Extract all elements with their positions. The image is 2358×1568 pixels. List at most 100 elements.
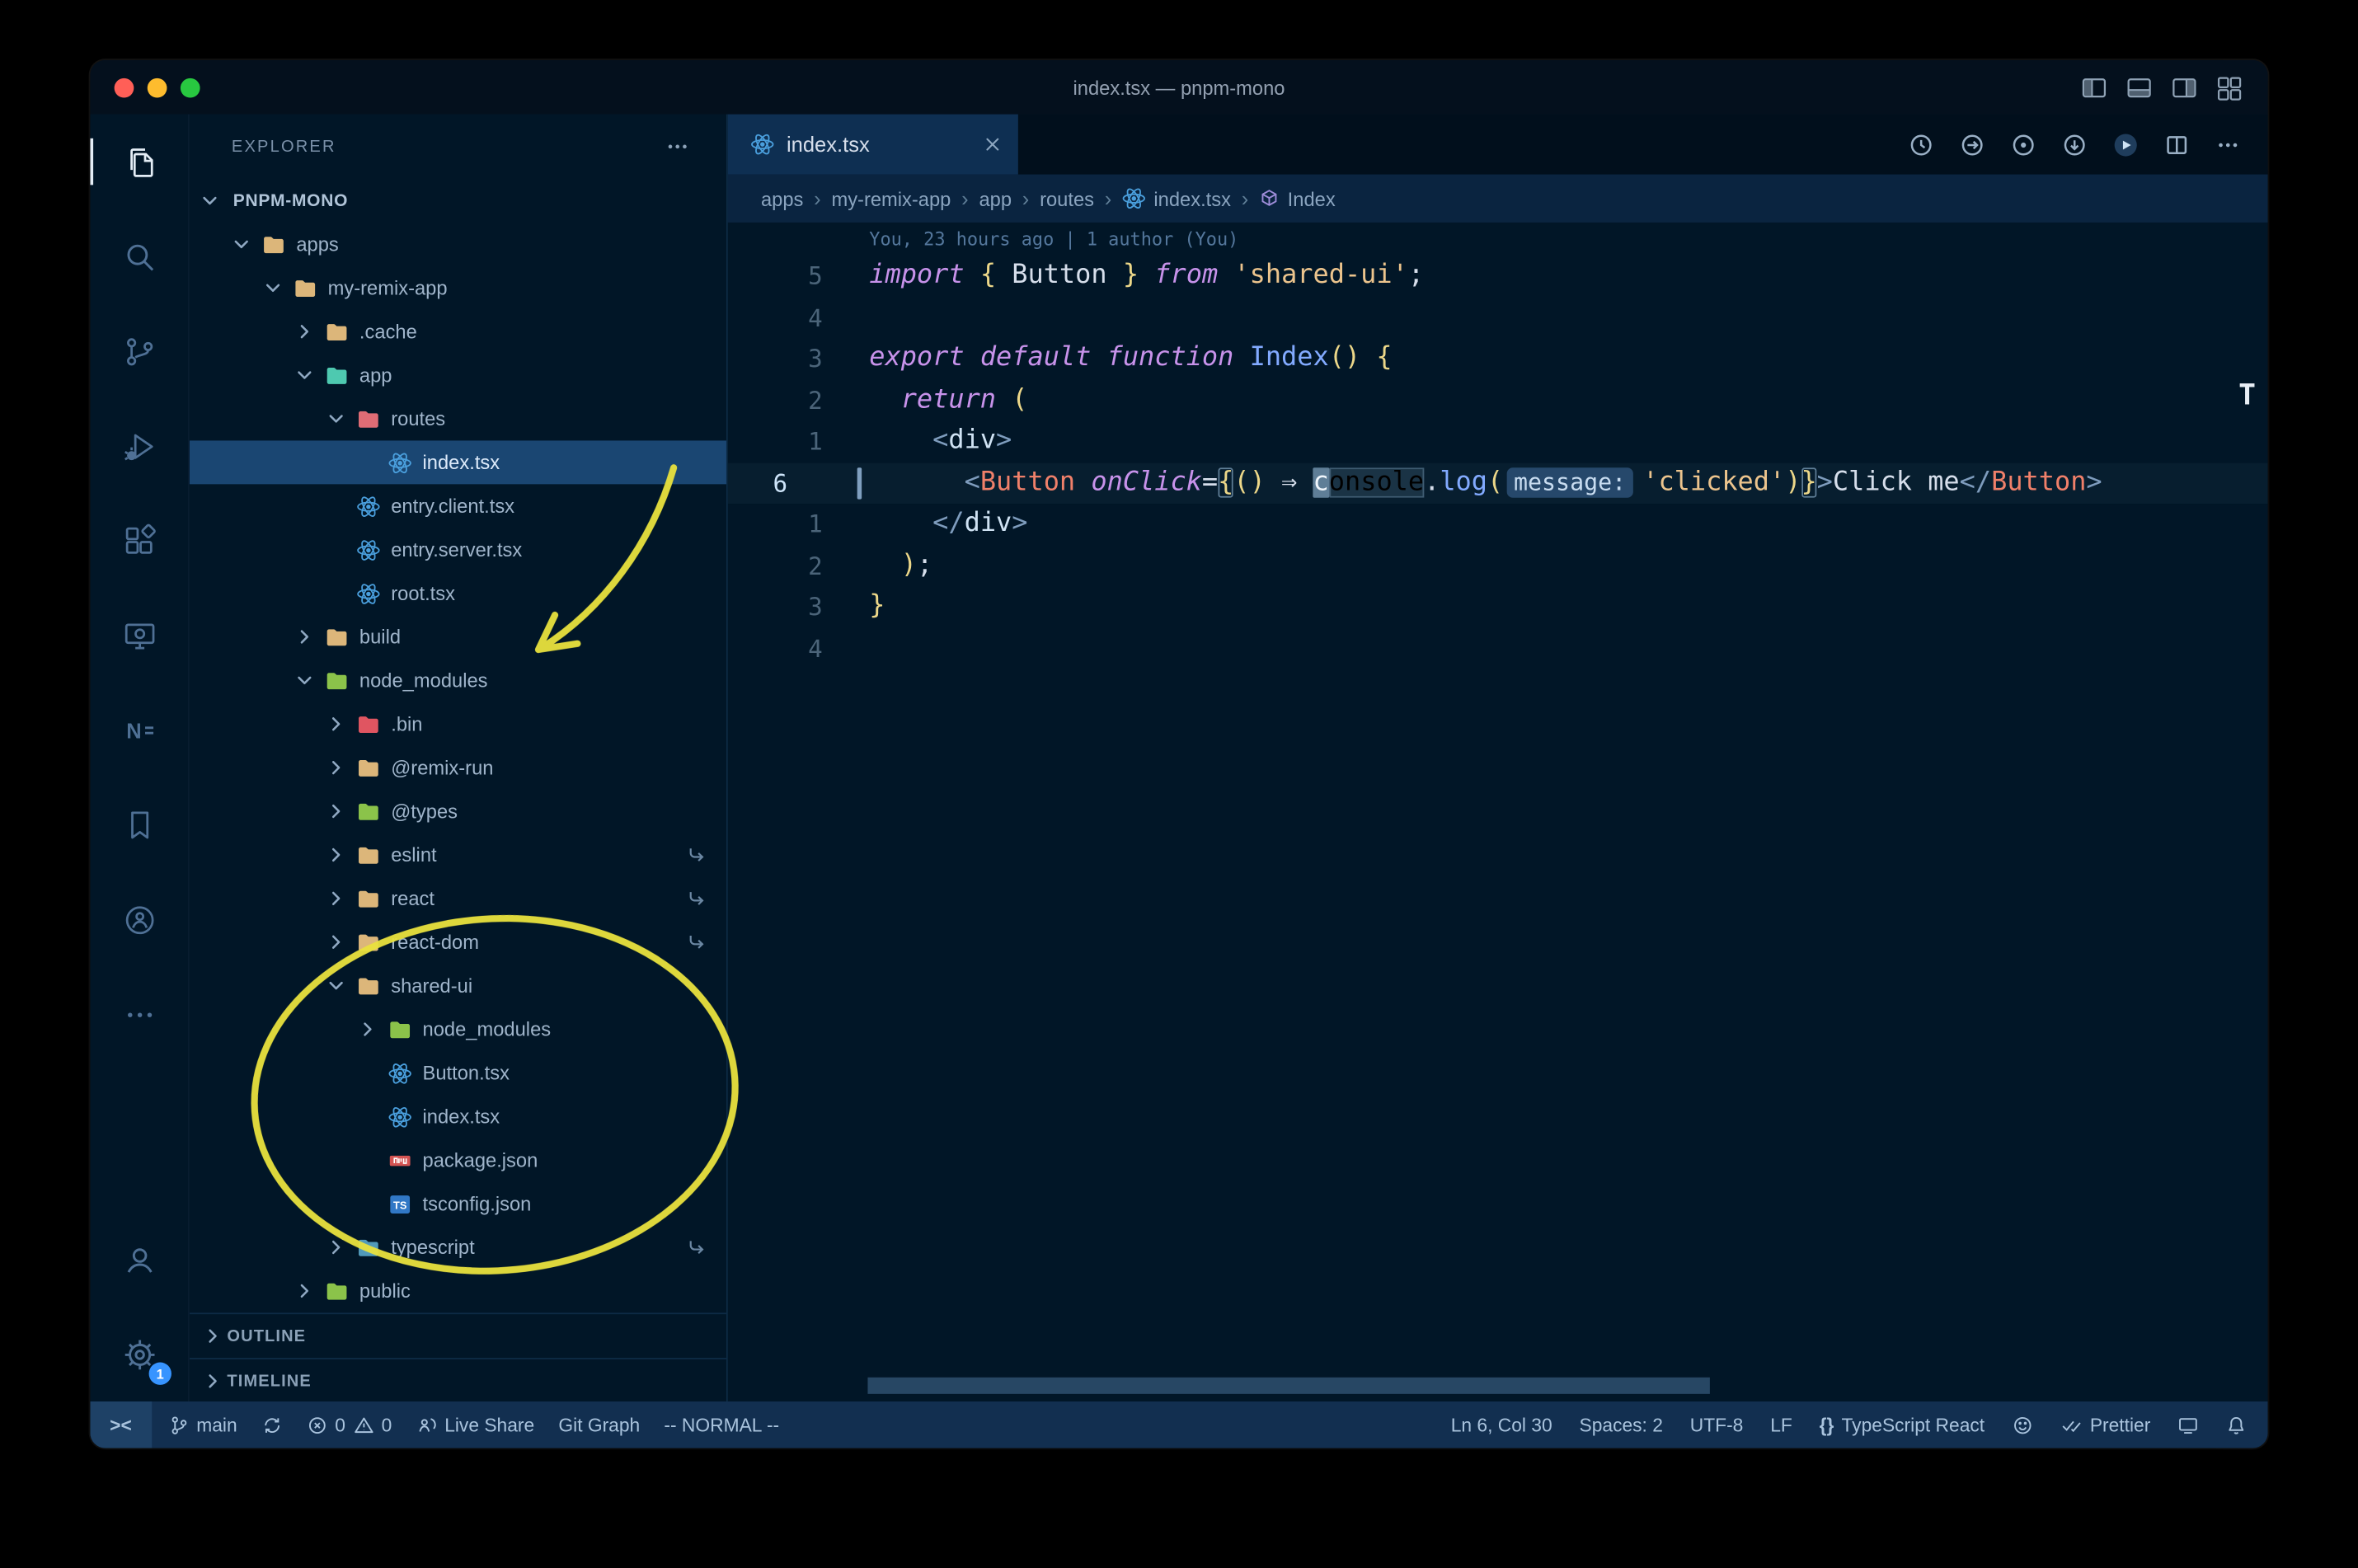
explorer-more-actions-icon[interactable] [665, 134, 690, 159]
code-line[interactable]: 1 </div> [728, 504, 2268, 545]
problems-status[interactable]: 00 [294, 1401, 404, 1448]
toggle-secondary-sidebar-icon[interactable] [2170, 73, 2199, 101]
activity-live-share-button[interactable] [90, 872, 188, 967]
tree-item-typescript[interactable]: typescript [190, 1226, 726, 1270]
code-line-current[interactable]: 6 <Button onClick={() ⇒ console.log(mess… [727, 462, 2268, 505]
code-line[interactable]: 5 import { Button } from 'shared-ui'; [728, 256, 2268, 297]
close-tab-icon[interactable] [982, 134, 1003, 155]
formatter-label: Prettier [2089, 1414, 2151, 1436]
tree-item-button.tsx[interactable]: Button.tsx [190, 1051, 726, 1095]
vim-mode-status[interactable]: -- NORMAL -- [652, 1401, 791, 1448]
history-icon[interactable] [1909, 132, 1934, 157]
circle-dot-icon[interactable] [2011, 132, 2036, 157]
run-icon[interactable] [2113, 132, 2139, 157]
formatter-status[interactable]: Prettier [2048, 1401, 2163, 1448]
activity-remote-explorer-button[interactable] [90, 588, 188, 683]
circle-arrow-icon[interactable] [2062, 132, 2088, 157]
tree-item-package.json[interactable]: package.json [190, 1138, 726, 1182]
feedback-status[interactable] [1999, 1401, 2045, 1448]
breadcrumb-apps[interactable]: apps [761, 187, 803, 209]
tree-item-build[interactable]: build [190, 615, 726, 659]
toggle-panel-icon[interactable] [2125, 73, 2154, 101]
remote-status[interactable]: >< [90, 1401, 152, 1448]
tree-item-apps[interactable]: apps [190, 223, 726, 266]
tree-item-@types[interactable]: @types [190, 790, 726, 833]
tree-item-label: react-dom [391, 931, 480, 954]
timeline-section[interactable]: TIMELINE [189, 1358, 726, 1401]
activity-more-button[interactable] [90, 967, 188, 1062]
tree-item-pnpm-mono[interactable]: PNPM-MONO [190, 179, 726, 223]
activity-accounts-button[interactable] [90, 1212, 188, 1307]
minimize-window-button[interactable] [147, 77, 167, 97]
cursor-position-status[interactable]: Ln 6, Col 30 [1439, 1401, 1564, 1448]
code-editor[interactable]: You, 23 hours ago | 1 author (You) 5 impo… [727, 222, 2268, 1401]
tree-item-root.tsx[interactable]: root.tsx [190, 571, 726, 615]
status-bar-right: Ln 6, Col 30 Spaces: 2 UTF-8 LF {} TypeScript… [1439, 1401, 2267, 1448]
tree-item-my-remix-app[interactable]: my-remix-app [190, 266, 726, 310]
tab-index-tsx[interactable]: index.tsx [727, 114, 1018, 175]
tree-item-entry.server.tsx[interactable]: entry.server.tsx [190, 528, 726, 571]
more-actions-icon[interactable] [2215, 132, 2241, 157]
code-line[interactable]: 1 <div> [728, 421, 2268, 462]
tree-item-node_modules[interactable]: node_modules [190, 1007, 726, 1051]
tree-item-.cache[interactable]: .cache [190, 310, 726, 354]
tree-item-entry.client.tsx[interactable]: entry.client.tsx [190, 484, 726, 528]
activity-run-debug-button[interactable] [90, 398, 188, 493]
screencast-status[interactable] [2166, 1401, 2211, 1448]
activity-nx-console-button[interactable]: N [90, 683, 188, 777]
code-line[interactable]: 3 export default function Index() { [728, 338, 2268, 379]
code-line[interactable]: 2 return ( [728, 380, 2268, 421]
breadcrumb-routes[interactable]: routes [1040, 187, 1094, 209]
code-line[interactable]: 3} [728, 586, 2268, 627]
code-token: 'shared-ui' [1233, 260, 1408, 291]
tree-item-index.tsx[interactable]: index.tsx [189, 440, 726, 485]
encoding-status[interactable]: UTF-8 [1678, 1401, 1755, 1448]
activity-settings-button[interactable]: 1 [90, 1307, 188, 1401]
tree-item-routes[interactable]: routes [190, 397, 726, 441]
live-share-status[interactable]: Live Share [404, 1401, 547, 1448]
code-line[interactable]: 4 [728, 628, 2268, 669]
zoom-window-button[interactable] [180, 77, 200, 97]
code-line[interactable]: 2 ); [728, 545, 2268, 586]
code-line[interactable]: 4 [728, 297, 2268, 338]
eol-status[interactable]: LF [1759, 1401, 1805, 1448]
language-mode-status[interactable]: {} TypeScript React [1807, 1401, 1997, 1448]
tree-item-react[interactable]: react [190, 876, 726, 920]
branch-status[interactable]: main [156, 1401, 249, 1448]
sync-status[interactable] [249, 1401, 294, 1448]
indentation-status[interactable]: Spaces: 2 [1567, 1401, 1675, 1448]
open-changes-icon[interactable] [1960, 132, 1985, 157]
breadcrumb-index[interactable]: Index [1259, 187, 1336, 209]
horizontal-scrollbar[interactable] [867, 1377, 1710, 1394]
split-editor-icon[interactable] [2164, 132, 2190, 157]
tree-item-index.tsx[interactable]: index.tsx [190, 1095, 726, 1138]
remote-explorer-icon [121, 617, 157, 654]
customize-layout-icon[interactable] [2215, 73, 2244, 101]
tree-item-public[interactable]: public [190, 1269, 726, 1312]
activity-extensions-button[interactable] [90, 493, 188, 588]
tree-item-tsconfig.json[interactable]: TS tsconfig.json [190, 1182, 726, 1226]
git-graph-status[interactable]: Git Graph [547, 1401, 652, 1448]
notifications-status[interactable] [2214, 1401, 2259, 1448]
tree-item-node_modules[interactable]: node_modules [190, 659, 726, 702]
tree-item-react-dom[interactable]: react-dom [190, 920, 726, 964]
tree-item-app[interactable]: app [190, 354, 726, 397]
breadcrumb-my-remix-app[interactable]: my-remix-app [831, 187, 951, 209]
activity-explorer-button[interactable] [90, 115, 188, 209]
activity-source-control-button[interactable] [90, 303, 188, 398]
toggle-sidebar-icon[interactable] [2080, 73, 2109, 101]
tree-item-@remix-run[interactable]: @remix-run [190, 746, 726, 790]
close-window-button[interactable] [114, 77, 134, 97]
activity-search-button[interactable] [90, 209, 188, 304]
activity-bookmarks-button[interactable] [90, 777, 188, 872]
code-token: { [1218, 467, 1234, 497]
breadcrumb-index.tsx[interactable]: index.tsx [1122, 186, 1231, 210]
tree-item-shared-ui[interactable]: shared-ui [190, 964, 726, 1007]
tree-item-eslint[interactable]: eslint [190, 833, 726, 876]
breadcrumb-app[interactable]: app [979, 187, 1012, 209]
tree-item-.bin[interactable]: .bin [190, 702, 726, 746]
outline-section[interactable]: OUTLINE [189, 1312, 726, 1358]
chevron-right-icon [294, 1279, 325, 1302]
